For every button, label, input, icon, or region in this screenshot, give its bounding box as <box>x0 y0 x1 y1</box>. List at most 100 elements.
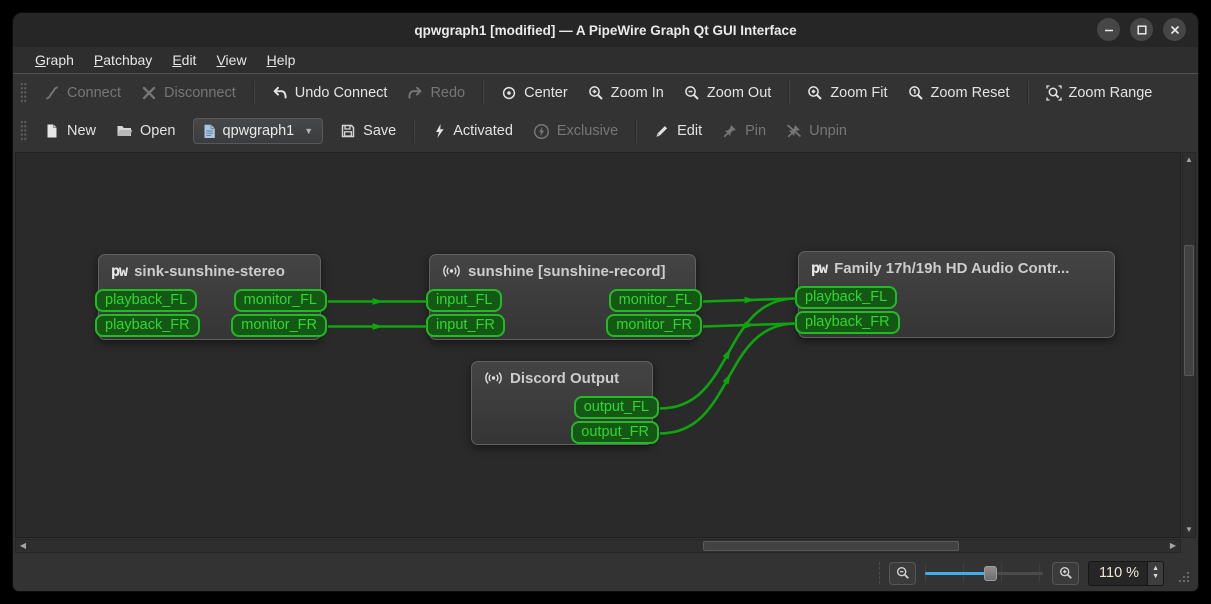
toolbar-drag-handle[interactable] <box>20 82 27 104</box>
port-sunshine-monitor_FR[interactable]: monitor_FR <box>606 314 702 337</box>
unpin-button[interactable]: Unpin <box>776 117 857 145</box>
zoom-range-label: Zoom Range <box>1069 85 1153 101</box>
graph-node-sink-sunshine-stereo[interactable]: pwsink-sunshine-stereoplayback_FLplaybac… <box>98 254 321 340</box>
zoom-reset-button[interactable]: Zoom Reset <box>898 79 1020 107</box>
close-button[interactable] <box>1163 18 1186 41</box>
close-icon <box>1170 25 1180 35</box>
wire-sunshine.monitor_FL--family-audio.playback_FL[interactable] <box>703 299 796 302</box>
window-title: qpwgraph1 [modified] — A PipeWire Graph … <box>414 23 796 38</box>
toolbar-separator <box>1027 81 1029 105</box>
port-sunshine-input_FR[interactable]: input_FR <box>426 314 505 337</box>
menu-patchbay[interactable]: Patchbay <box>84 49 162 72</box>
wire-arrowhead <box>723 348 731 359</box>
port-family-audio-playback_FL[interactable]: playback_FL <box>795 286 897 309</box>
horizontal-scrollbar-thumb[interactable] <box>703 541 959 551</box>
graph-node-family-audio[interactable]: pwFamily 17h/19h HD Audio Contr...playba… <box>798 251 1115 338</box>
minimize-button[interactable] <box>1097 18 1120 41</box>
save-button[interactable]: Save <box>330 117 406 145</box>
port-family-audio-playback_FR[interactable]: playback_FR <box>795 311 900 334</box>
zoom-slider[interactable] <box>925 564 1043 582</box>
menu-graph[interactable]: Graph <box>25 49 84 72</box>
exclusive-bolt-icon <box>533 123 550 140</box>
pin-button[interactable]: Pin <box>712 117 776 145</box>
zoom-range-button[interactable]: Zoom Range <box>1036 79 1163 107</box>
exclusive-button[interactable]: Exclusive <box>523 117 628 146</box>
zoom-in-button[interactable]: Zoom In <box>578 79 674 107</box>
broadcast-icon <box>442 262 461 280</box>
port-sunshine-input_FL[interactable]: input_FL <box>426 289 502 312</box>
save-icon <box>340 123 356 139</box>
zoom-fit-button[interactable]: Zoom Fit <box>797 79 897 107</box>
redo-icon <box>407 85 423 101</box>
vertical-scrollbar-thumb[interactable] <box>1184 245 1194 376</box>
patchbay-select[interactable]: qpwgraph1 ▼ <box>193 118 324 144</box>
center-button[interactable]: Center <box>491 79 578 107</box>
unpin-icon <box>786 123 802 139</box>
titlebar[interactable]: qpwgraph1 [modified] — A PipeWire Graph … <box>13 13 1198 47</box>
port-discord-output-output_FR[interactable]: output_FR <box>571 421 659 444</box>
port-sink-sunshine-stereo-playback_FL[interactable]: playback_FL <box>95 289 197 312</box>
new-button[interactable]: New <box>34 117 106 145</box>
edit-label: Edit <box>677 123 702 139</box>
statusbar-zoom-in-button[interactable] <box>1052 562 1079 585</box>
redo-label: Redo <box>430 85 465 101</box>
scroll-up-icon[interactable]: ▲ <box>1183 154 1195 166</box>
zoom-fit-icon <box>807 85 823 101</box>
graph-node-sunshine[interactable]: sunshine [sunshine-record]input_FLinput_… <box>429 254 696 340</box>
menu-view[interactable]: View <box>206 49 256 72</box>
wire-sunshine.monitor_FR--family-audio.playback_FR[interactable] <box>703 324 796 327</box>
toolbar-drag-handle[interactable] <box>20 120 27 142</box>
zoom-slider-handle[interactable] <box>984 566 997 581</box>
node-title: Discord Output <box>510 370 619 387</box>
port-discord-output-output_FL[interactable]: output_FL <box>574 396 659 419</box>
zoom-out-label: Zoom Out <box>707 85 771 101</box>
connect-button[interactable]: Connect <box>34 79 131 107</box>
port-sunshine-monitor_FL[interactable]: monitor_FL <box>609 289 702 312</box>
menubar: Graph Patchbay Edit View Help <box>13 47 1198 74</box>
node-title: Family 17h/19h HD Audio Contr... <box>834 260 1069 277</box>
chevron-down-icon: ▼ <box>304 126 313 136</box>
scroll-right-icon[interactable]: ▶ <box>1167 540 1179 552</box>
pipewire-icon: pw <box>111 262 127 280</box>
graph-node-discord-output[interactable]: Discord Outputoutput_FLoutput_FR <box>471 361 653 445</box>
save-label: Save <box>363 123 396 139</box>
spinbox-steppers[interactable]: ▲ ▼ <box>1147 562 1163 585</box>
menu-help[interactable]: Help <box>257 49 306 72</box>
zoom-in-icon <box>1059 566 1073 580</box>
port-sink-sunshine-stereo-monitor_FR[interactable]: monitor_FR <box>231 314 327 337</box>
wire-arrowhead <box>373 298 384 305</box>
disconnect-button[interactable]: Disconnect <box>131 79 246 107</box>
pin-icon <box>722 123 738 139</box>
port-sink-sunshine-stereo-monitor_FL[interactable]: monitor_FL <box>234 289 327 312</box>
edit-button[interactable]: Edit <box>644 117 712 145</box>
redo-button[interactable]: Redo <box>397 79 475 107</box>
port-sink-sunshine-stereo-playback_FR[interactable]: playback_FR <box>95 314 200 337</box>
patchbay-file-icon <box>203 124 216 139</box>
spin-down-icon[interactable]: ▼ <box>1152 573 1159 581</box>
open-button[interactable]: Open <box>106 117 185 145</box>
unpin-label: Unpin <box>809 123 847 139</box>
zoom-percent-spinbox[interactable]: 110 % ▲ ▼ <box>1088 561 1164 586</box>
resize-grip[interactable] <box>1177 570 1190 591</box>
statusbar-zoom-out-button[interactable] <box>889 562 916 585</box>
spin-up-icon[interactable]: ▲ <box>1152 565 1159 573</box>
undo-connect-button[interactable]: Undo Connect <box>262 79 398 107</box>
statusbar-separator <box>879 562 880 584</box>
zoom-out-button[interactable]: Zoom Out <box>674 79 781 107</box>
vertical-scrollbar[interactable]: ▲ ▼ <box>1182 152 1196 538</box>
activated-label: Activated <box>453 123 513 139</box>
pin-label: Pin <box>745 123 766 139</box>
graph-canvas[interactable]: pwsink-sunshine-stereoplayback_FLplaybac… <box>15 152 1181 538</box>
new-file-icon <box>44 123 60 139</box>
horizontal-scrollbar[interactable]: ◀ ▶ <box>15 539 1181 553</box>
toolbar-separator <box>788 81 790 105</box>
scroll-left-icon[interactable]: ◀ <box>17 540 29 552</box>
menu-edit[interactable]: Edit <box>162 49 206 72</box>
wire-discord-output.output_FR--family-audio.playback_FR[interactable] <box>660 324 796 434</box>
activated-button[interactable]: Activated <box>422 117 523 145</box>
undo-label: Undo Connect <box>295 85 388 101</box>
maximize-button[interactable] <box>1130 18 1153 41</box>
wire-arrowhead <box>744 297 755 304</box>
exclusive-label: Exclusive <box>557 123 618 139</box>
scroll-down-icon[interactable]: ▼ <box>1183 524 1195 536</box>
